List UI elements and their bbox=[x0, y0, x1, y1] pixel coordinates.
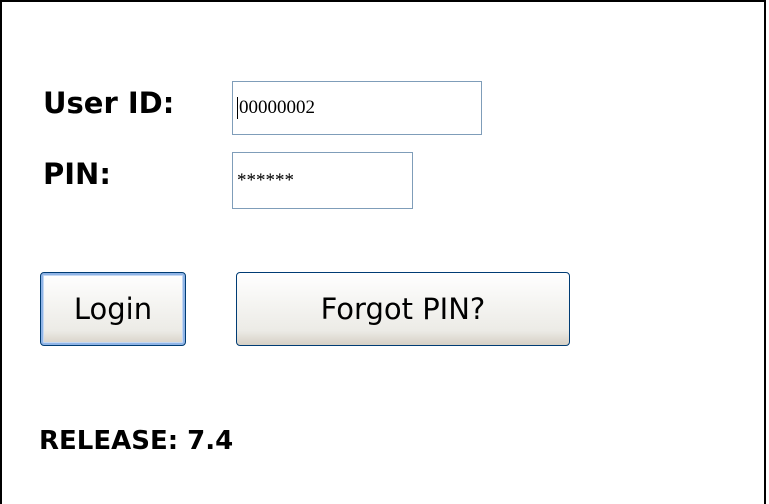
userid-value: 00000002 bbox=[239, 97, 315, 118]
forgot-pin-button[interactable]: Forgot PIN? bbox=[236, 272, 570, 346]
text-caret bbox=[237, 97, 238, 119]
login-panel: User ID: 00000002 PIN: ****** Login Forg… bbox=[0, 0, 766, 504]
userid-label: User ID: bbox=[43, 86, 175, 120]
pin-input[interactable]: ****** bbox=[232, 152, 413, 209]
userid-input[interactable]: 00000002 bbox=[232, 81, 482, 135]
pin-value: ****** bbox=[237, 169, 294, 191]
pin-label: PIN: bbox=[43, 157, 111, 191]
release-version: RELEASE: 7.4 bbox=[39, 426, 234, 456]
login-button[interactable]: Login bbox=[40, 272, 186, 346]
